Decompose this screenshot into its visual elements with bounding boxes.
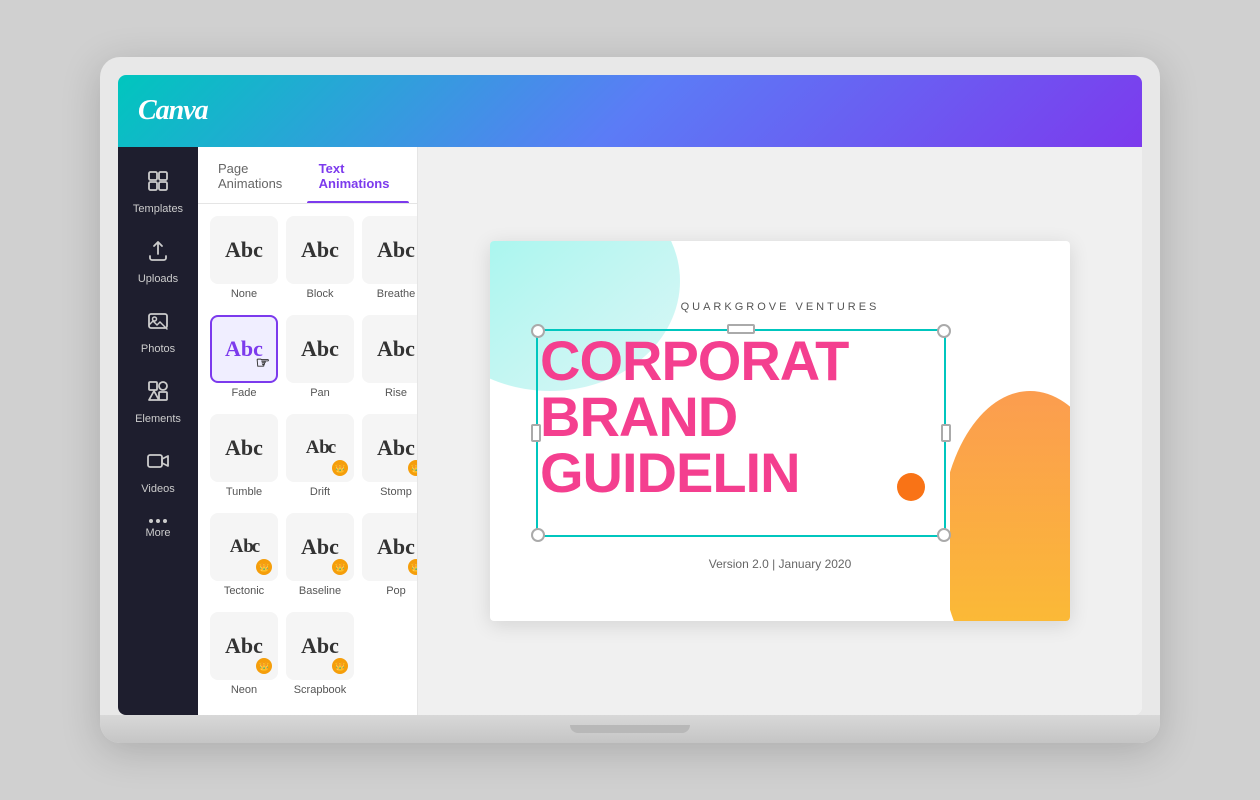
anim-pan-label: Pan [310,387,330,399]
laptop-base [100,715,1160,743]
cursor-icon: ☞ [256,353,270,373]
premium-badge: 👑 [256,559,272,575]
laptop-screen: Canva Templates [118,75,1142,715]
anim-rise-label: Rise [385,387,407,399]
top-bar: Canva [118,75,1142,147]
handle-top-right[interactable] [937,324,951,338]
anim-pop[interactable]: Abc 👑 Pop [362,513,417,604]
main-content: Templates Uploads [118,147,1142,715]
laptop-shell: Canva Templates [100,57,1160,743]
elements-icon [146,379,170,409]
anim-tumble[interactable]: Abc Tumble [210,414,278,505]
sidebar-item-videos-label: Videos [141,483,174,495]
anim-baseline-label: Baseline [299,585,341,597]
anim-fade-label: Fade [231,387,256,399]
sidebar-item-elements[interactable]: Elements [122,369,194,435]
canvas-area: QUARKGROVE VENTURES CORPORATBRANDGUIDELI [418,147,1142,715]
anim-pop-label: Pop [386,585,406,597]
anim-pan[interactable]: Abc Pan [286,315,354,406]
uploads-icon [146,239,170,269]
anim-block-label: Block [307,288,334,300]
premium-badge: 👑 [408,460,417,476]
anim-scrapbook-label: Scrapbook [294,684,347,696]
sidebar-item-more[interactable]: More [122,509,194,549]
premium-badge: 👑 [332,658,348,674]
anim-drift[interactable]: A bc 👑 Drift [286,414,354,505]
canvas-company-name: QUARKGROVE VENTURES [681,301,880,313]
anim-stomp[interactable]: Abc 👑 Stomp [362,414,417,505]
anim-neon[interactable]: Abc 👑 Neon [210,612,278,703]
animations-panel: Page Animations Text Animations Abc None [198,147,418,715]
more-dots-icon [149,519,167,523]
handle-middle-right[interactable] [941,424,951,442]
laptop-notch [570,725,690,733]
anim-drift-label: Drift [310,486,330,498]
sidebar-item-templates[interactable]: Templates [122,159,194,225]
sidebar-item-elements-label: Elements [135,413,181,425]
anim-rise[interactable]: Abc Rise [362,315,417,406]
design-canvas[interactable]: QUARKGROVE VENTURES CORPORATBRANDGUIDELI [490,241,1070,621]
tab-page-animations[interactable]: Page Animations [206,147,307,203]
anim-neon-label: Neon [231,684,257,696]
sidebar-item-photos-label: Photos [141,343,175,355]
videos-icon [146,449,170,479]
premium-badge: 👑 [332,559,348,575]
handle-bottom-left[interactable] [531,528,545,542]
sidebar-item-uploads[interactable]: Uploads [122,229,194,295]
photos-icon [146,309,170,339]
coral-shape [950,361,1070,621]
premium-badge: 👑 [256,658,272,674]
sidebar-item-photos[interactable]: Photos [122,299,194,365]
anim-block[interactable]: Abc Block [286,216,354,307]
anim-fade[interactable]: Abc ☞ Fade [210,315,278,406]
anim-breathe[interactable]: Abc Breathe [362,216,417,307]
anim-breathe-label: Breathe [377,288,416,300]
canvas-version: Version 2.0 | January 2020 [709,557,852,571]
anim-tectonic[interactable]: A bc 👑 Tectonic [210,513,278,604]
anim-tumble-label: Tumble [226,486,262,498]
sidebar-item-more-label: More [145,527,170,539]
anim-none[interactable]: Abc None [210,216,278,307]
anim-none-label: None [231,288,257,300]
sidebar-item-templates-label: Templates [133,203,183,215]
tab-text-animations[interactable]: Text Animations [307,147,409,203]
sidebar: Templates Uploads [118,147,198,715]
anim-scrapbook[interactable]: Abc 👑 Scrapbook [286,612,354,703]
templates-icon [146,169,170,199]
anim-tectonic-label: Tectonic [224,585,264,597]
panel-tabs: Page Animations Text Animations [198,147,417,204]
anim-baseline[interactable]: Abc 👑 Baseline [286,513,354,604]
canvas-headline: CORPORATBRANDGUIDELIN [540,333,848,501]
premium-badge: 👑 [408,559,417,575]
handle-bottom-right[interactable] [937,528,951,542]
canva-logo: Canva [138,95,208,127]
anim-stomp-label: Stomp [380,486,412,498]
premium-badge: 👑 [332,460,348,476]
animation-grid: Abc None Abc Block Abc [198,204,417,715]
sidebar-item-videos[interactable]: Videos [122,439,194,505]
sidebar-item-uploads-label: Uploads [138,273,178,285]
